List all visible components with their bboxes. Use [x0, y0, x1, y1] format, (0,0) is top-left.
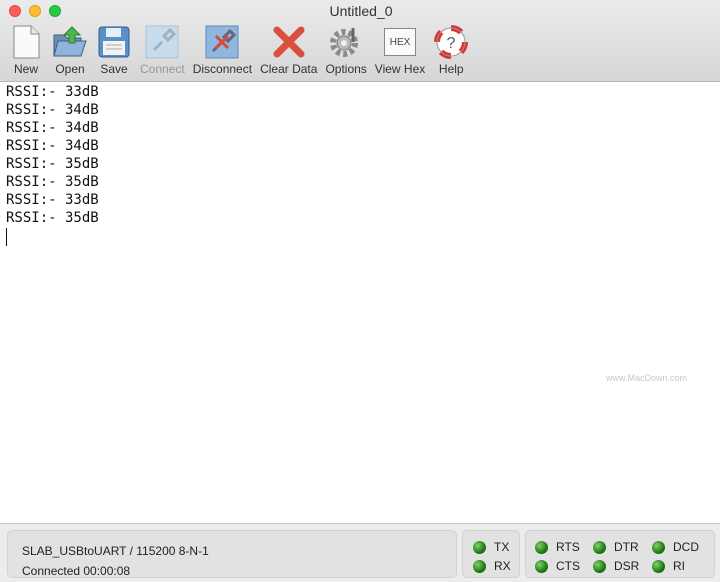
led-tx: TX [473, 540, 509, 554]
led-indicator-icon [535, 559, 548, 573]
clear-x-icon [271, 24, 307, 60]
led-rts: RTS [535, 540, 580, 554]
led-label: DCD [673, 540, 699, 554]
toolbar-open-button[interactable]: Open [48, 24, 92, 76]
led-ri: RI [652, 559, 685, 573]
lifebuoy-help-icon: ? [433, 24, 469, 60]
led-label: DSR [614, 559, 640, 573]
console-line: RSSI:- 35dB [6, 174, 99, 190]
port-settings: SLAB_USBtoUART / 115200 8-N-1 [22, 544, 209, 558]
toolbar: New Open Save Connect Disconnect Clear Data Op… [4, 24, 473, 76]
connection-info-panel: SLAB_USBtoUART / 115200 8-N-1 Connected … [7, 530, 457, 578]
led-indicator-icon [652, 540, 665, 554]
led-indicator-icon [535, 540, 548, 554]
led-indicator-icon [473, 540, 486, 554]
save-disk-icon [96, 24, 132, 60]
console-line: RSSI:- 33dB [6, 192, 99, 208]
led-label: RI [673, 559, 685, 573]
led-indicator-icon [652, 559, 665, 573]
toolbar-clear-data-button[interactable]: Clear Data [256, 24, 321, 76]
led-label: RX [494, 559, 511, 573]
console-line: RSSI:- 34dB [6, 102, 99, 118]
led-indicator-icon [593, 540, 606, 554]
hex-icon: HEX [382, 24, 418, 60]
toolbar-options-button[interactable]: Options [321, 24, 370, 76]
watermark: www.MacDown.com [606, 373, 688, 383]
led-dsr: DSR [593, 559, 639, 573]
toolbar-help-button[interactable]: ? Help [429, 24, 473, 76]
window-title: Untitled_0 [329, 3, 393, 19]
console-output[interactable]: RSSI:- 33dB RSSI:- 34dB RSSI:- 34dB RSSI:- … [0, 83, 720, 523]
led-dcd: DCD [652, 540, 699, 554]
open-folder-icon [52, 24, 88, 60]
status-bar: SLAB_USBtoUART / 115200 8-N-1 Connected … [0, 523, 720, 582]
new-document-icon [8, 24, 44, 60]
toolbar-disconnect-button[interactable]: Disconnect [189, 24, 256, 76]
led-rx: RX [473, 559, 511, 573]
toolbar-label: View Hex [374, 62, 426, 76]
toolbar-label: Help [438, 62, 464, 76]
text-cursor [6, 228, 7, 246]
toolbar-label: Options [325, 62, 367, 76]
toolbar-label: Disconnect [192, 62, 253, 76]
console-line: RSSI:- 35dB [6, 156, 99, 172]
led-dtr: DTR [593, 540, 639, 554]
connection-status: Connected 00:00:08 [22, 564, 131, 578]
led-label: TX [494, 540, 510, 554]
console-line: RSSI:- 35dB [6, 210, 99, 226]
connect-plug-icon [144, 24, 180, 60]
toolbar-save-button[interactable]: Save [92, 24, 136, 76]
toolbar-connect-button[interactable]: Connect [136, 24, 189, 76]
console-line: RSSI:- 34dB [6, 138, 99, 154]
toolbar-label: Save [100, 62, 128, 76]
led-label: CTS [556, 559, 580, 573]
title-bar: Untitled_0 New Open Save Connect Disconnect C… [0, 0, 720, 82]
console-line: RSSI:- 33dB [6, 84, 99, 100]
toolbar-label: Clear Data [260, 62, 318, 76]
led-label: DTR [614, 540, 639, 554]
console-line: RSSI:- 34dB [6, 120, 99, 136]
toolbar-new-button[interactable]: New [4, 24, 48, 76]
svg-text:?: ? [447, 35, 456, 52]
led-indicator-icon [593, 559, 606, 573]
led-cts: CTS [535, 559, 580, 573]
toolbar-view-hex-button[interactable]: HEX View Hex [371, 24, 429, 76]
toolbar-label: New [13, 62, 38, 76]
gear-icon [328, 24, 364, 60]
led-indicator-icon [473, 559, 486, 573]
toolbar-label: Open [55, 62, 85, 76]
toolbar-label: Connect [140, 62, 185, 76]
disconnect-plug-icon [204, 24, 240, 60]
led-label: RTS [556, 540, 580, 554]
